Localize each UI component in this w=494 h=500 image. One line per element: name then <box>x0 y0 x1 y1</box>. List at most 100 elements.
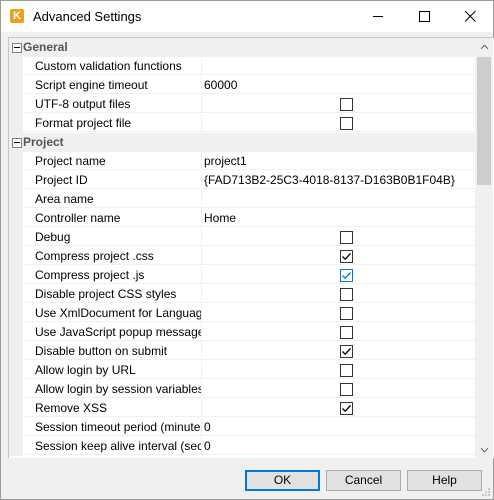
property-value[interactable] <box>202 285 475 303</box>
category-row[interactable]: Project <box>9 133 475 152</box>
property-row[interactable]: Session timeout period (minutes) 0 <box>9 418 475 437</box>
property-value[interactable]: project1 <box>202 152 475 170</box>
property-checkbox[interactable] <box>340 250 353 263</box>
property-value[interactable]: Home <box>202 209 475 227</box>
property-value[interactable] <box>202 190 475 208</box>
property-row[interactable]: Session keep alive interval (secon 0 <box>9 437 475 456</box>
minimize-button[interactable] <box>355 1 401 32</box>
property-row[interactable]: Script engine timeout 60000 <box>9 76 475 95</box>
property-value[interactable] <box>202 342 475 360</box>
vertical-scrollbar[interactable] <box>475 38 493 458</box>
property-checkbox[interactable] <box>340 288 353 301</box>
property-value[interactable] <box>202 361 475 379</box>
property-name: Session keep alive interval (secon <box>23 437 202 455</box>
ok-button[interactable]: OK <box>245 470 320 491</box>
close-button[interactable] <box>447 1 493 32</box>
scrollbar-thumb[interactable] <box>477 57 491 185</box>
property-name: Use JavaScript popup message <box>23 323 202 341</box>
property-checkbox[interactable] <box>340 326 353 339</box>
property-row[interactable]: Format project file <box>9 114 475 133</box>
property-row[interactable]: Project name project1 <box>9 152 475 171</box>
property-value[interactable] <box>202 247 475 265</box>
property-value[interactable]: 60000 <box>202 76 475 94</box>
property-checkbox[interactable] <box>340 383 353 396</box>
property-row[interactable]: Debug <box>9 228 475 247</box>
property-row[interactable]: Custom validation functions <box>9 57 475 76</box>
minus-box-icon[interactable] <box>12 138 22 148</box>
property-checkbox[interactable] <box>340 269 353 282</box>
property-name: Debug <box>23 228 202 246</box>
row-gutter <box>9 228 23 247</box>
property-checkbox[interactable] <box>340 345 353 358</box>
property-row[interactable]: Use XmlDocument for Language ol <box>9 304 475 323</box>
scroll-up-button[interactable] <box>475 38 493 55</box>
property-value[interactable] <box>202 323 475 341</box>
row-gutter <box>9 209 23 228</box>
property-value[interactable] <box>202 304 475 322</box>
property-name: Disable project CSS styles <box>23 285 202 303</box>
title-bar[interactable]: K Advanced Settings <box>1 1 493 32</box>
property-row[interactable]: Allow login by URL <box>9 361 475 380</box>
property-row[interactable]: Use JavaScript popup message <box>9 323 475 342</box>
category-label: Project <box>23 135 64 149</box>
property-value[interactable] <box>202 114 475 132</box>
scroll-down-button[interactable] <box>475 441 493 458</box>
checkmark-icon <box>342 348 351 356</box>
property-value[interactable] <box>202 95 475 113</box>
property-grid[interactable]: General Custom validation functions Script… <box>8 37 494 459</box>
row-gutter <box>9 380 23 399</box>
maximize-button[interactable] <box>401 1 447 32</box>
minus-box-icon[interactable] <box>12 43 22 53</box>
property-checkbox[interactable] <box>340 402 353 415</box>
dialog-footer: OK Cancel Help <box>1 458 493 499</box>
row-gutter <box>9 342 23 361</box>
property-row[interactable]: Disable button on submit <box>9 342 475 361</box>
property-row[interactable]: Compress project .css <box>9 247 475 266</box>
property-row[interactable]: Area name <box>9 190 475 209</box>
property-value[interactable] <box>202 380 475 398</box>
property-checkbox[interactable] <box>340 231 353 244</box>
property-value[interactable]: {FAD713B2-25C3-4018-8137-D163B0B1F04B} <box>202 171 475 189</box>
property-checkbox[interactable] <box>340 307 353 320</box>
row-gutter <box>9 285 23 304</box>
row-gutter <box>9 76 23 95</box>
checkmark-icon <box>342 405 351 413</box>
property-row[interactable]: Project ID {FAD713B2-25C3-4018-8137-D163B… <box>9 171 475 190</box>
property-row[interactable]: Controller name Home <box>9 209 475 228</box>
property-row[interactable]: Compress project .js <box>9 266 475 285</box>
property-name: Compress project .css <box>23 247 202 265</box>
app-logo-icon: K <box>10 9 24 23</box>
property-row[interactable]: UTF-8 output files <box>9 95 475 114</box>
property-name: Session timeout period (minutes) <box>23 418 202 436</box>
property-name: Controller name <box>23 209 202 227</box>
property-name: Use XmlDocument for Language ol <box>23 304 202 322</box>
cancel-button[interactable]: Cancel <box>326 470 401 491</box>
help-button[interactable]: Help <box>407 470 482 491</box>
property-row[interactable]: Allow login by session variables <box>9 380 475 399</box>
property-value[interactable] <box>202 399 475 417</box>
property-name: Allow login by URL <box>23 361 202 379</box>
row-gutter <box>9 361 23 380</box>
row-gutter <box>9 190 23 209</box>
row-gutter <box>9 418 23 437</box>
category-row[interactable]: General <box>9 38 475 57</box>
maximize-icon <box>418 11 430 22</box>
property-name: Area name <box>23 190 202 208</box>
property-checkbox[interactable] <box>340 364 353 377</box>
row-gutter <box>9 266 23 285</box>
property-value[interactable]: 0 <box>202 437 475 455</box>
property-row[interactable]: Remove XSS <box>9 399 475 418</box>
row-gutter <box>9 114 23 133</box>
property-checkbox[interactable] <box>340 98 353 111</box>
row-gutter <box>9 399 23 418</box>
property-value[interactable]: 0 <box>202 418 475 436</box>
property-name: Format project file <box>23 114 202 132</box>
property-name: Script engine timeout <box>23 76 202 94</box>
resize-grip-icon[interactable] <box>481 487 491 497</box>
property-value[interactable] <box>202 57 475 75</box>
property-value[interactable] <box>202 266 475 284</box>
property-name: Remove XSS <box>23 399 202 417</box>
property-value[interactable] <box>202 228 475 246</box>
property-checkbox[interactable] <box>340 117 353 130</box>
property-row[interactable]: Disable project CSS styles <box>9 285 475 304</box>
